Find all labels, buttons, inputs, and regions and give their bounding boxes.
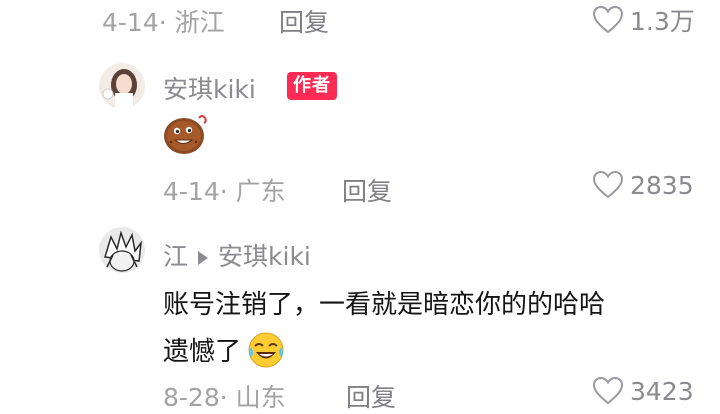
cookie-emoji-icon	[163, 112, 209, 160]
comment2-like-count: 2835	[630, 170, 694, 200]
author-badge: 作者	[287, 72, 337, 100]
comment3-date-location: 8-28· 山东	[163, 383, 286, 412]
comment3-author-name[interactable]: 江	[163, 242, 188, 271]
avatar[interactable]	[99, 63, 145, 109]
reply-arrow-icon	[198, 251, 209, 265]
comment3-reply-to-name[interactable]: 安琪kiki	[218, 242, 311, 271]
comment3-like-button[interactable]: 3423	[592, 376, 694, 406]
heart-icon	[592, 376, 624, 405]
comment3-reply-button[interactable]: 回复	[346, 378, 396, 414]
heart-icon	[592, 170, 624, 199]
comment3-text-line2-row: 遗憾了	[163, 329, 287, 369]
author-avatar-icon	[99, 63, 145, 109]
avatar[interactable]	[99, 227, 145, 273]
comment1-date-location: 4-14· 浙江	[102, 8, 225, 37]
comment3-header: 江 安琪kiki	[163, 237, 311, 273]
laughing-crying-emoji-icon	[248, 332, 284, 368]
comment2-reply-button[interactable]: 回复	[342, 172, 392, 208]
comment1-like-button[interactable]: 1.3万	[592, 2, 695, 38]
comment1-like-count: 1.3万	[630, 7, 695, 36]
comment2-date-location: 4-14· 广东	[163, 177, 286, 206]
comment3-text-line2: 遗憾了	[163, 336, 242, 367]
heart-icon	[592, 5, 624, 34]
comment1-reply-button[interactable]: 回复	[279, 3, 329, 39]
comment3-like-count: 3423	[630, 376, 694, 406]
comment2-author-name[interactable]: 安琪kiki	[163, 70, 256, 106]
user-avatar-icon	[99, 227, 145, 273]
comment2-like-button[interactable]: 2835	[592, 170, 694, 200]
comment3-text-line1: 账号注销了，一看就是暗恋你的的哈哈	[163, 290, 606, 320]
